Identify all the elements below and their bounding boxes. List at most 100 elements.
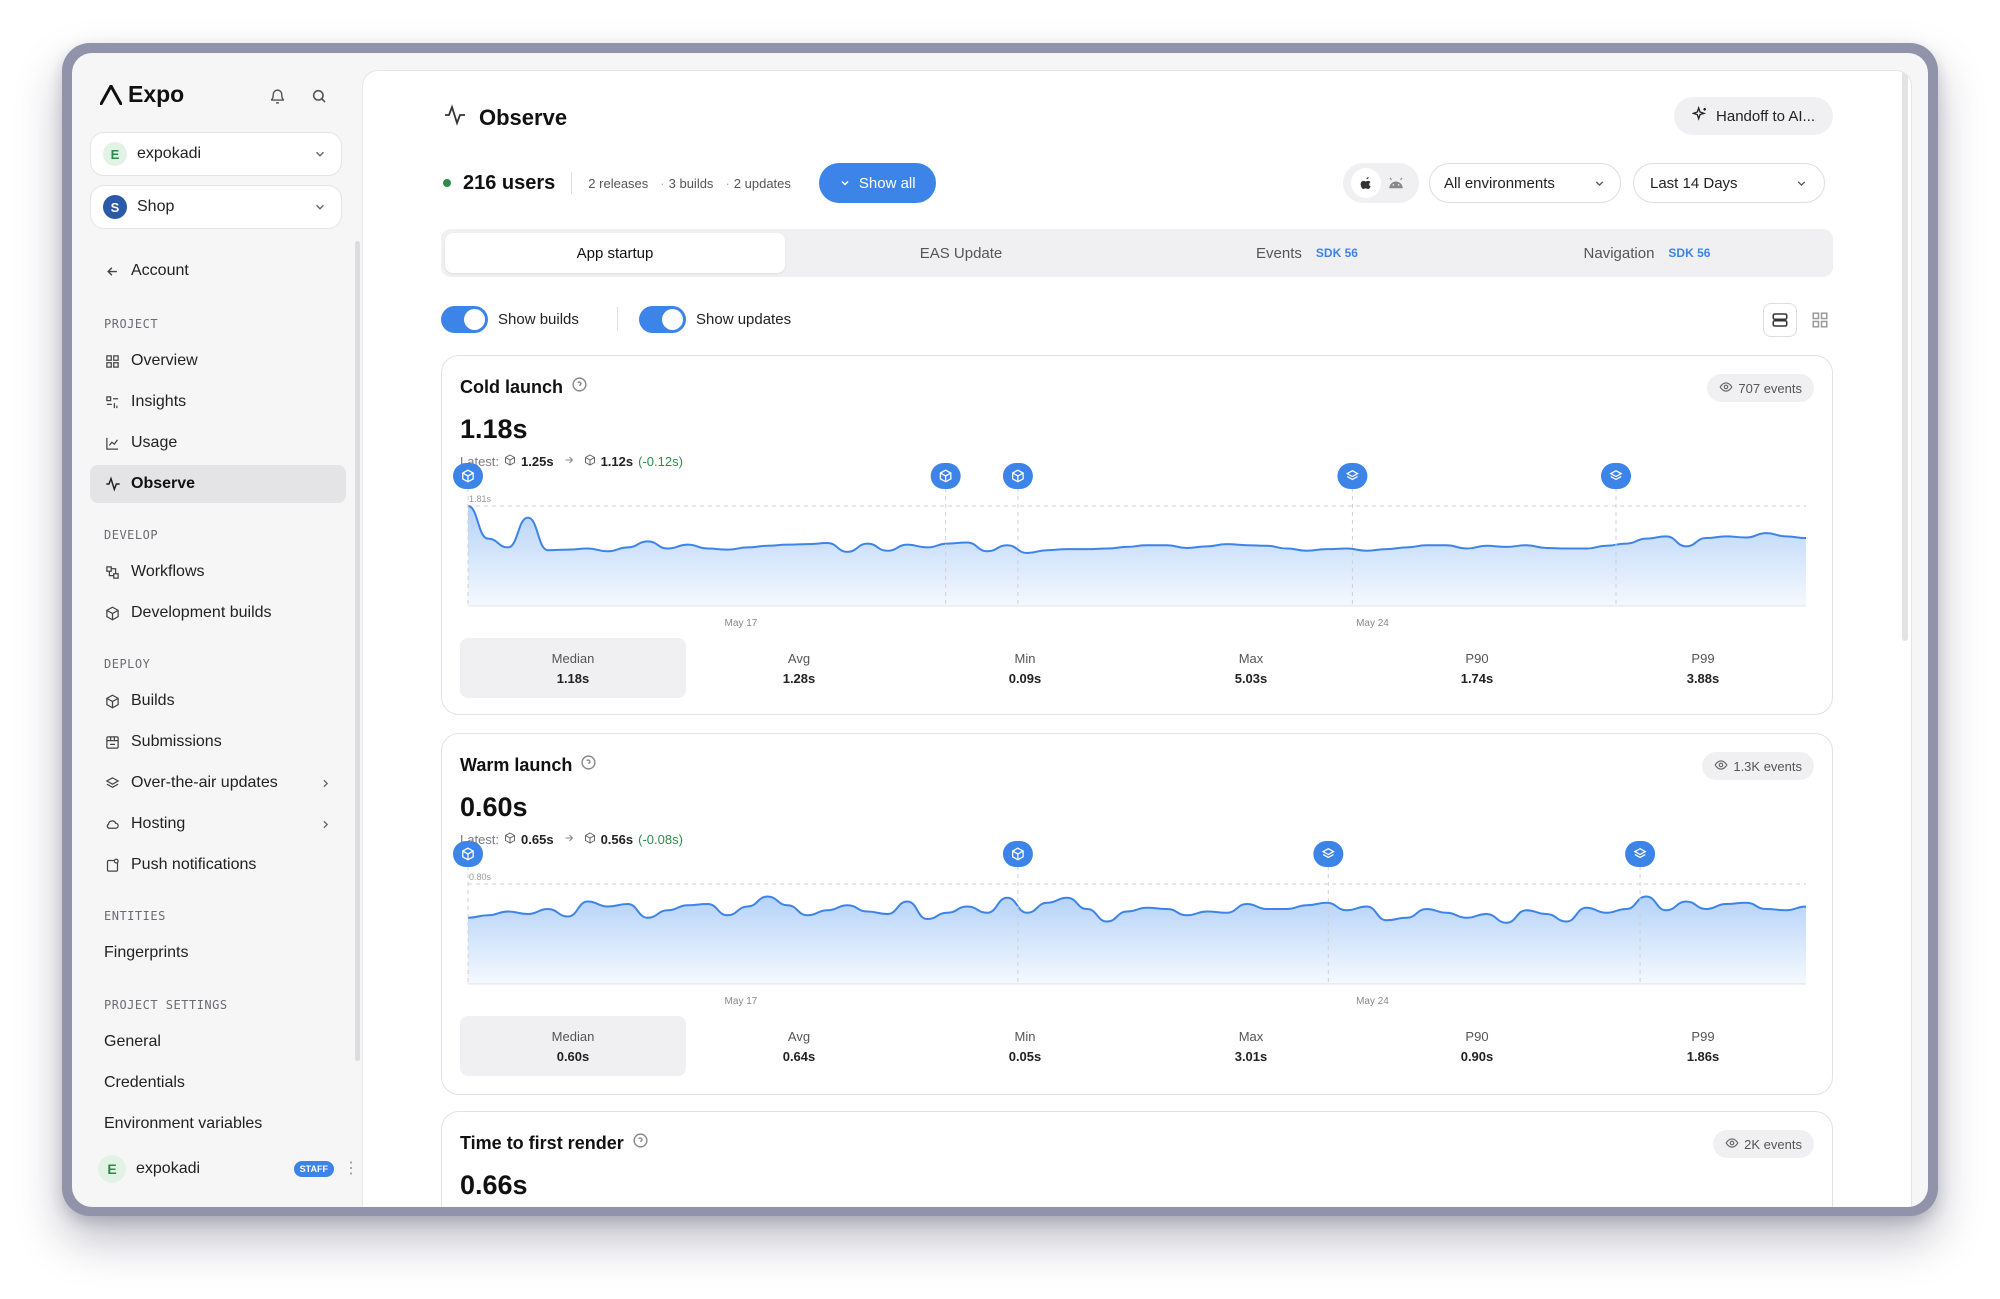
- show-updates-toggle[interactable]: [639, 305, 686, 333]
- sidebar-item-hosting[interactable]: Hosting: [90, 805, 346, 843]
- app-logo[interactable]: Expo: [100, 81, 184, 108]
- help-icon[interactable]: [571, 376, 588, 398]
- user-profile[interactable]: E expokadi STAFF ⋮: [98, 1153, 359, 1185]
- warm-launch-chart[interactable]: 0.80s May 17 May 24: [453, 841, 1816, 1007]
- stat-avg[interactable]: Avg 0.64s: [686, 1016, 912, 1076]
- events-badge: 1.3K events: [1702, 752, 1814, 780]
- sidebar-item-observe[interactable]: Observe: [90, 465, 346, 503]
- eye-icon: [1719, 380, 1733, 397]
- card-title-text: Time to first render: [460, 1132, 624, 1153]
- stat-p99[interactable]: P99 3.88s: [1590, 638, 1816, 698]
- sidebar-item-credentials[interactable]: Credentials: [90, 1064, 346, 1102]
- stat-p90[interactable]: P90 1.74s: [1364, 638, 1590, 698]
- list-view-icon[interactable]: [1763, 303, 1797, 337]
- chevron-down-icon: [841, 180, 849, 186]
- build-marker[interactable]: [1002, 841, 1033, 867]
- account-selector[interactable]: E expokadi: [90, 132, 342, 176]
- sidebar-item-usage[interactable]: Usage: [90, 424, 346, 462]
- android-icon[interactable]: [1381, 168, 1411, 198]
- project-avatar: S: [103, 195, 127, 219]
- cold-launch-chart[interactable]: 1.81s May 17 May 24: [453, 463, 1816, 629]
- divider: [571, 172, 573, 194]
- events-count: 2K events: [1744, 1136, 1802, 1152]
- grid-view-icon[interactable]: [1803, 303, 1837, 337]
- stat-min[interactable]: Min 0.05s: [912, 1016, 1138, 1076]
- help-icon[interactable]: [580, 754, 597, 776]
- sidebar-item-account[interactable]: Account: [90, 252, 346, 290]
- sidebar-item-general[interactable]: General: [90, 1023, 346, 1061]
- cube-icon: [104, 693, 121, 710]
- releases-count[interactable]: 2 releases: [588, 176, 648, 191]
- help-icon[interactable]: [632, 1132, 649, 1154]
- sidebar-item-workflows[interactable]: Workflows: [90, 553, 346, 591]
- handoff-button[interactable]: Handoff to AI...: [1674, 97, 1833, 135]
- builds-count[interactable]: 3 builds: [669, 176, 714, 191]
- tab-eas-update[interactable]: EAS Update: [785, 233, 1137, 273]
- toggle-builds[interactable]: Show builds: [441, 304, 579, 334]
- platform-filter: [1343, 163, 1419, 203]
- bell-icon[interactable]: [266, 85, 288, 107]
- apple-icon[interactable]: [1351, 168, 1381, 198]
- pulse-icon: [443, 103, 467, 132]
- stat-label: Max: [1238, 1028, 1264, 1044]
- separator-dot: ·: [725, 175, 730, 191]
- sidebar-item-label: Overview: [131, 352, 198, 369]
- sidebar-item-development-builds[interactable]: Development builds: [90, 594, 346, 632]
- project-selector[interactable]: S Shop: [90, 185, 342, 229]
- stat-value: 0.05s: [1008, 1048, 1042, 1064]
- area-chart[interactable]: 0.80s May 17 May 24: [453, 841, 1816, 1007]
- show-builds-toggle[interactable]: [441, 305, 488, 333]
- build-marker[interactable]: [930, 463, 961, 489]
- update-marker[interactable]: [1337, 463, 1368, 489]
- build-marker[interactable]: [1002, 463, 1033, 489]
- stat-avg[interactable]: Avg 1.28s: [686, 638, 912, 698]
- tab-events[interactable]: Events SDK 56: [1137, 233, 1477, 273]
- update-marker[interactable]: [1601, 463, 1632, 489]
- sidebar-item-push-notifications[interactable]: Push notifications: [90, 846, 346, 884]
- card-title: Warm launch: [460, 754, 597, 776]
- environment-select[interactable]: All environments: [1429, 163, 1621, 203]
- update-marker[interactable]: [1313, 841, 1344, 867]
- cube-icon: [504, 832, 516, 847]
- stat-min[interactable]: Min 0.09s: [912, 638, 1138, 698]
- sidebar-item-environment-variables[interactable]: Environment variables: [90, 1105, 346, 1143]
- sidebar-item-label: Environment variables: [104, 1115, 263, 1132]
- section-deploy: DEPLOY: [104, 657, 151, 671]
- toggle-label: Show builds: [498, 310, 579, 328]
- latest-to: 0.56s: [600, 832, 634, 847]
- more-vertical-icon[interactable]: ⋮: [343, 1161, 359, 1177]
- stat-median[interactable]: Median 1.18s: [460, 638, 686, 698]
- toggle-updates[interactable]: Show updates: [639, 304, 791, 334]
- build-marker[interactable]: [453, 463, 483, 489]
- main-scrollbar[interactable]: [1902, 71, 1908, 641]
- stat-max[interactable]: Max 5.03s: [1138, 638, 1364, 698]
- sidebar-item-submissions[interactable]: Submissions: [90, 723, 346, 761]
- search-icon[interactable]: [308, 85, 330, 107]
- sidebar-item-overview[interactable]: Overview: [90, 342, 346, 380]
- sidebar-scrollbar[interactable]: [355, 241, 360, 1061]
- chevron-down-icon: [1593, 177, 1606, 190]
- sidebar-item-over-the-air-updates[interactable]: Over-the-air updates: [90, 764, 346, 802]
- stat-p90[interactable]: P90 0.90s: [1364, 1016, 1590, 1076]
- sidebar: Expo E expokadi S Shop Account PROJECT O…: [72, 53, 364, 1207]
- account-avatar: E: [103, 142, 127, 166]
- sidebar-item-builds[interactable]: Builds: [90, 682, 346, 720]
- metric-card-warm-launch: Warm launch 1.3K events 0.60s Latest: 0.…: [441, 733, 1833, 1095]
- divider: [617, 307, 618, 331]
- workflow-icon: [104, 564, 121, 581]
- sidebar-item-fingerprints[interactable]: Fingerprints: [90, 934, 346, 972]
- show-all-button[interactable]: Show all: [818, 163, 936, 203]
- build-marker[interactable]: [453, 841, 483, 867]
- area-chart[interactable]: 1.81s May 17 May 24: [453, 463, 1816, 629]
- sidebar-item-insights[interactable]: Insights: [90, 383, 346, 421]
- updates-count[interactable]: 2 updates: [734, 176, 791, 191]
- update-marker[interactable]: [1625, 841, 1656, 867]
- stat-p99[interactable]: P99 1.86s: [1590, 1016, 1816, 1076]
- date-range-select[interactable]: Last 14 Days: [1633, 163, 1825, 203]
- tab-label: EAS Update: [919, 244, 1003, 262]
- stat-median[interactable]: Median 0.60s: [460, 1016, 686, 1076]
- tab-navigation[interactable]: Navigation SDK 56: [1477, 233, 1817, 273]
- tab-app-startup[interactable]: App startup: [445, 233, 785, 273]
- project-name: Shop: [137, 198, 175, 215]
- stat-max[interactable]: Max 3.01s: [1138, 1016, 1364, 1076]
